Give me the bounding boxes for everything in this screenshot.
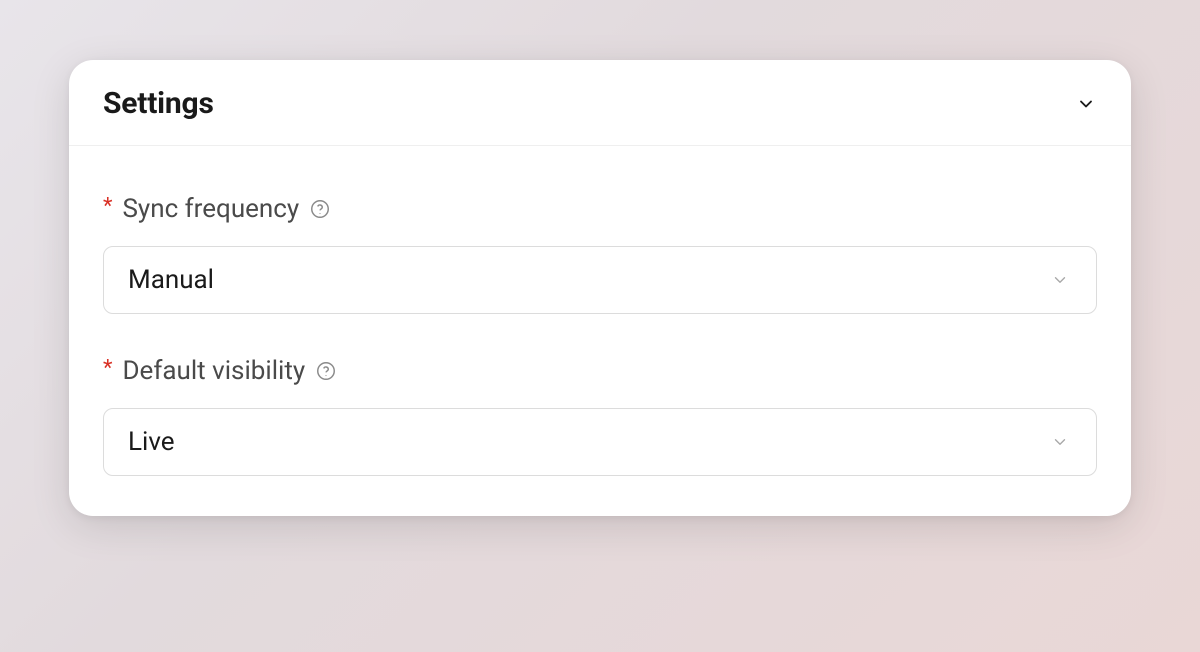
field-label-sync-frequency: * Sync frequency <box>103 194 1097 224</box>
question-circle-icon[interactable] <box>309 198 331 220</box>
sync-frequency-value: Manual <box>128 265 214 295</box>
chevron-down-icon <box>1075 93 1097 115</box>
question-circle-icon[interactable] <box>315 360 337 382</box>
chevron-down-icon <box>1050 432 1070 452</box>
settings-card: Settings * Sync frequency Manual <box>69 60 1131 516</box>
required-marker: * <box>103 358 112 380</box>
required-marker: * <box>103 196 112 218</box>
default-visibility-select[interactable]: Live <box>103 408 1097 476</box>
field-default-visibility: * Default visibility Live <box>103 356 1097 476</box>
sync-frequency-label-text: Sync frequency <box>122 194 299 224</box>
default-visibility-label-text: Default visibility <box>122 356 305 386</box>
field-sync-frequency: * Sync frequency Manual <box>103 194 1097 314</box>
sync-frequency-select[interactable]: Manual <box>103 246 1097 314</box>
settings-title: Settings <box>103 86 214 121</box>
default-visibility-value: Live <box>128 427 175 457</box>
chevron-down-icon <box>1050 270 1070 290</box>
settings-card-header[interactable]: Settings <box>69 60 1131 146</box>
field-label-default-visibility: * Default visibility <box>103 356 1097 386</box>
settings-card-body: * Sync frequency Manual * <box>69 146 1131 516</box>
